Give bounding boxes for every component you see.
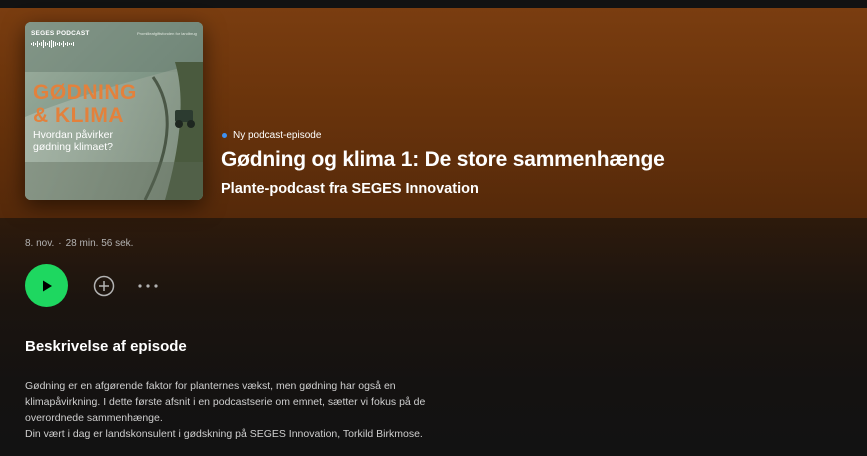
waveform-icon [31, 40, 74, 48]
cover-title-line2: & KLIMA [33, 104, 124, 127]
show-name-link[interactable]: Plante-podcast fra SEGES Innovation [221, 181, 479, 197]
episode-date: 8. nov. [25, 238, 55, 249]
cover-partner-text: Promilleafgiftsfonden for landbrug [137, 31, 197, 36]
more-options-button[interactable] [137, 280, 159, 292]
play-button[interactable] [25, 264, 68, 307]
cover-podcast-label: SEGES PODCAST [31, 30, 90, 37]
play-icon [42, 280, 52, 291]
description-line: Din vært i dag er landskonsulent i gødsk… [25, 428, 423, 440]
new-indicator-dot-icon [222, 133, 227, 138]
add-to-library-button[interactable] [93, 275, 115, 297]
description-line: Gødning er en afgørende faktor for plant… [25, 380, 396, 392]
episode-duration: 28 min. 56 sek. [65, 238, 134, 249]
description-text: Gødning er en afgørende faktor for plant… [25, 378, 525, 442]
top-strip [0, 0, 867, 8]
cover-title-line1: GØDNING [33, 81, 137, 104]
description-line: klimapåvirkning. I dette første afsnit i… [25, 396, 426, 408]
episode-title: Gødning og klima 1: De store sammenhænge [221, 148, 665, 171]
episode-cover-art: SEGES PODCAST Promilleafgiftsfonden for … [25, 22, 203, 200]
cover-subtitle: Hvordan påvirker gødning klimaet? [33, 129, 113, 154]
episode-page: SEGES PODCAST Promilleafgiftsfonden for … [0, 0, 867, 456]
plus-circle-icon [93, 275, 115, 297]
description-line: overordnede sammenhænge. [25, 412, 163, 424]
new-episode-badge: Ny podcast-episode [222, 130, 321, 141]
meta-separator: · [58, 238, 62, 249]
new-episode-label: Ny podcast-episode [233, 130, 322, 141]
more-dots-icon [138, 284, 158, 288]
description-heading: Beskrivelse af episode [25, 338, 187, 355]
episode-meta: 8. nov. · 28 min. 56 sek. [25, 238, 133, 249]
